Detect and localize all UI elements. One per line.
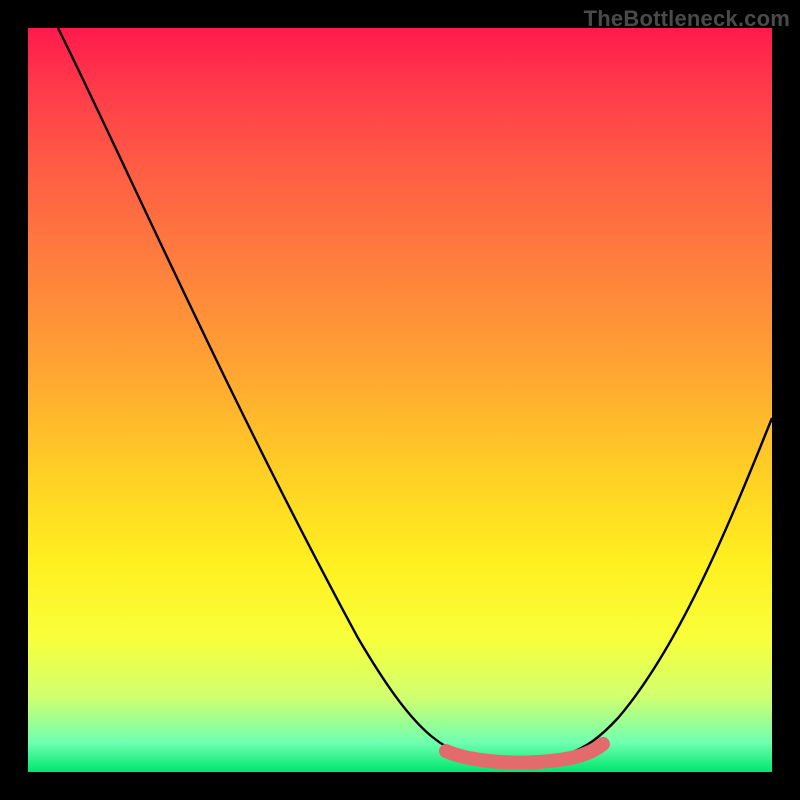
chart-svg bbox=[28, 28, 772, 772]
curve-valley-highlight bbox=[446, 744, 603, 763]
chart-plot-area bbox=[28, 28, 772, 772]
bottleneck-curve bbox=[58, 28, 772, 760]
